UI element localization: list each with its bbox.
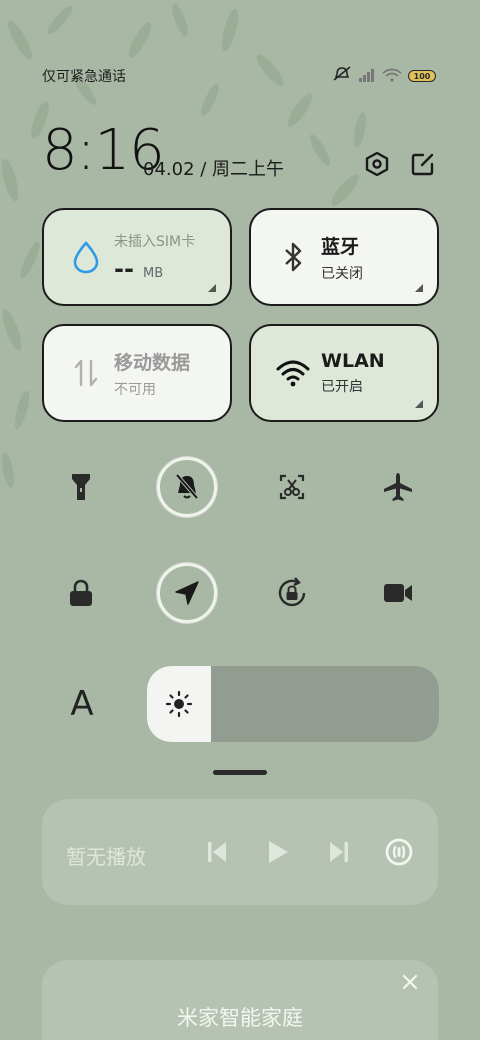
- play-icon: [269, 841, 288, 863]
- wlan-title: WLAN: [321, 350, 385, 372]
- data-usage-value: --: [114, 255, 134, 283]
- bluetooth-status: 已关闭: [321, 265, 363, 282]
- rotation-lock-toggle[interactable]: [262, 563, 322, 623]
- water-drop-icon: [73, 241, 99, 274]
- screen-record-toggle[interactable]: [368, 563, 428, 623]
- data-usage-tile[interactable]: 未插入SIM卡 -- MB: [42, 208, 232, 306]
- settings-hexagon-icon: [365, 151, 389, 177]
- video-camera-icon: [384, 584, 412, 602]
- signal-icon: [358, 67, 376, 86]
- airplane-icon: [384, 473, 412, 501]
- carrier-status: 仅可紧急通话: [42, 69, 126, 85]
- mobile-data-tile[interactable]: 移动数据 不可用: [42, 324, 232, 422]
- brightness-slider[interactable]: [147, 666, 439, 742]
- flashlight-icon: [72, 474, 90, 500]
- lock-screen-toggle[interactable]: [51, 563, 111, 623]
- battery-icon: 100: [408, 70, 436, 82]
- skip-next-icon: [330, 842, 348, 862]
- wlan-status: 已开启: [321, 379, 363, 395]
- expand-corner-icon: [208, 284, 216, 292]
- sun-icon: [166, 690, 193, 718]
- mobile-data-title: 移动数据: [114, 351, 191, 374]
- broadcast-icon: [385, 838, 413, 866]
- smart-home-title: 米家智能家庭: [177, 1006, 303, 1030]
- screenshot-toggle[interactable]: [262, 457, 322, 517]
- data-usage-unit: MB: [143, 266, 164, 281]
- data-usage-title: 未插入SIM卡: [114, 234, 196, 250]
- cast-output-button[interactable]: [382, 835, 416, 869]
- wifi-status-icon: [382, 67, 402, 86]
- silent-mode-icon: [332, 66, 352, 86]
- bluetooth-title: 蓝牙: [321, 235, 360, 258]
- mute-toggle[interactable]: [157, 457, 217, 517]
- clock-date: 04.02 / 周二上午: [143, 159, 285, 180]
- bell-off-icon: [175, 473, 199, 500]
- bluetooth-tile[interactable]: 蓝牙 已关闭: [249, 208, 439, 306]
- close-icon: [402, 974, 418, 990]
- location-arrow-icon: [175, 581, 199, 605]
- drag-handle[interactable]: [213, 770, 267, 775]
- up-down-arrows-icon: [74, 359, 98, 387]
- location-toggle[interactable]: [157, 563, 217, 623]
- previous-button[interactable]: [200, 835, 234, 869]
- edit-button[interactable]: [409, 150, 437, 178]
- smart-home-card[interactable]: 米家智能家庭: [42, 960, 438, 1040]
- expand-corner-icon: [415, 400, 423, 408]
- status-icons: 100: [332, 66, 436, 86]
- airplane-toggle[interactable]: [368, 457, 428, 517]
- edit-icon: [411, 153, 434, 176]
- expand-corner-icon: [415, 284, 423, 292]
- rotation-lock-icon: [278, 577, 306, 607]
- flashlight-toggle[interactable]: [51, 457, 111, 517]
- lock-icon: [70, 579, 92, 606]
- wifi-icon: [276, 360, 310, 387]
- close-button[interactable]: [400, 972, 420, 992]
- skip-previous-icon: [208, 842, 226, 862]
- bluetooth-icon: [285, 242, 302, 272]
- play-button[interactable]: [261, 835, 295, 869]
- auto-brightness-button[interactable]: A: [64, 684, 100, 724]
- scissors-screenshot-icon: [279, 474, 305, 500]
- brightness-slider-fill: [147, 666, 212, 742]
- settings-button[interactable]: [363, 150, 391, 178]
- next-button[interactable]: [322, 835, 356, 869]
- media-player-card[interactable]: 暂无播放: [42, 799, 438, 905]
- mobile-data-status: 不可用: [114, 381, 156, 398]
- wlan-tile[interactable]: WLAN 已开启: [249, 324, 439, 422]
- media-title: 暂无播放: [66, 845, 146, 869]
